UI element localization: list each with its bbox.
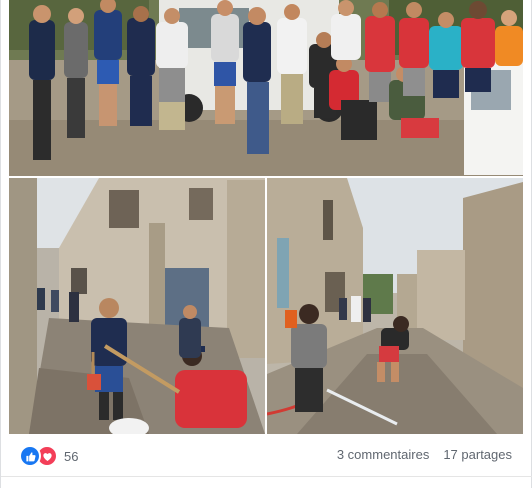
photo-street-cleanup-right[interactable] (267, 178, 523, 434)
like-icon (19, 445, 41, 467)
comments-count-link[interactable]: 3 commentaires (337, 447, 429, 462)
photo-group-volunteers[interactable] (9, 0, 523, 176)
reactions-summary[interactable]: 56 (19, 445, 78, 467)
photo-street-cleanup-left[interactable] (9, 178, 265, 434)
post-stats: 3 commentaires 17 partages (337, 447, 512, 462)
photo-street-cleanup-left-image (9, 178, 265, 434)
reaction-count: 56 (64, 448, 79, 464)
facebook-post: 56 3 commentaires 17 partages (0, 0, 532, 488)
shares-count-link[interactable]: 17 partages (443, 447, 512, 462)
post-footer: 56 3 commentaires 17 partages (1, 436, 532, 477)
photo-group-volunteers-image (9, 0, 523, 176)
photo-street-cleanup-right-image (267, 178, 523, 434)
